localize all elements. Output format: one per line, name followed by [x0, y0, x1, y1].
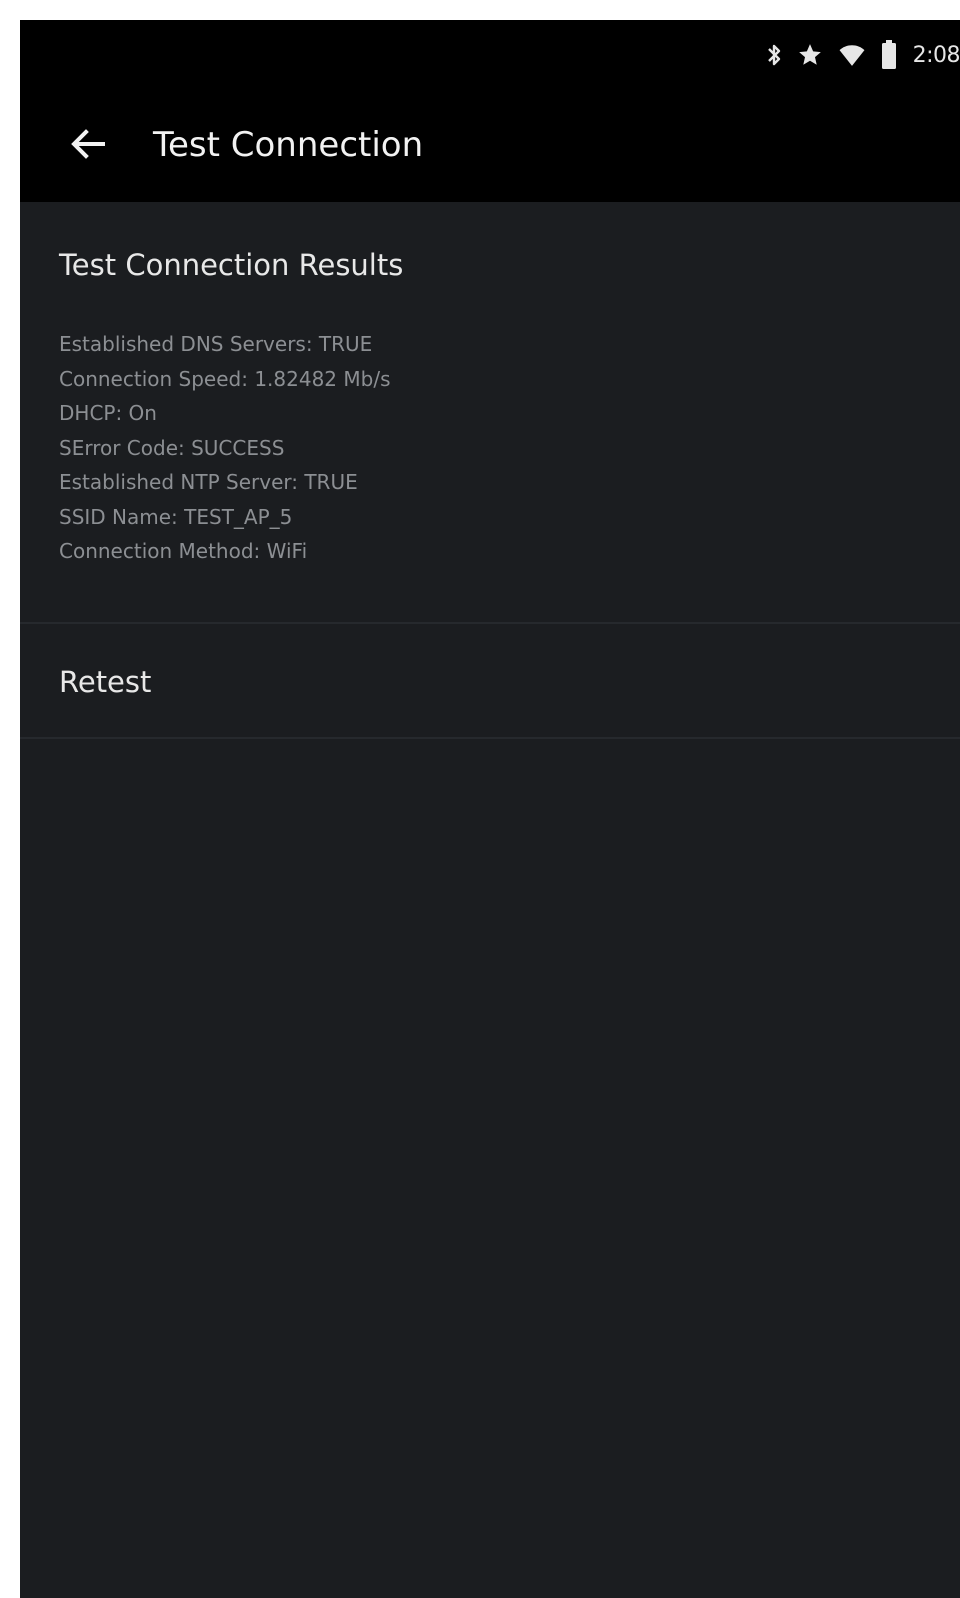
app-bar: Test Connection [20, 90, 960, 202]
status-time: 2:08 [912, 42, 960, 68]
bluetooth-icon [767, 42, 781, 68]
arrow-left-icon [71, 129, 105, 163]
result-line-ntp: Established NTP Server: TRUE [59, 470, 358, 494]
result-line-speed: Connection Speed: 1.82482 Mb/s [59, 366, 391, 391]
result-line-method: Connection Method: WiFi [59, 539, 308, 563]
result-line-dns: Established DNS Servers: TRUE [59, 332, 373, 356]
battery-icon [881, 40, 897, 70]
results-list: Established DNS Servers: TRUE Connection… [59, 327, 390, 569]
result-line-error-code: SError Code: SUCCESS [59, 435, 285, 460]
retest-label: Retest [59, 665, 152, 699]
status-bar: 2:08 [20, 20, 960, 90]
divider [20, 737, 960, 739]
page-title: Test Connection [153, 125, 424, 165]
results-title: Test Connection Results [59, 248, 404, 282]
back-button[interactable] [60, 118, 116, 174]
retest-button[interactable]: Retest [20, 624, 960, 737]
results-section: Test Connection Results Established DNS … [20, 202, 960, 622]
result-line-ssid: SSID Name: TEST_AP_5 [59, 504, 293, 529]
star-icon [797, 42, 823, 68]
result-line-dhcp: DHCP: On [59, 401, 157, 425]
phone-screen: 2:08 Test Connection Test Connection Res… [20, 20, 960, 1598]
wifi-icon [839, 43, 865, 67]
status-icons: 2:08 [767, 37, 960, 73]
